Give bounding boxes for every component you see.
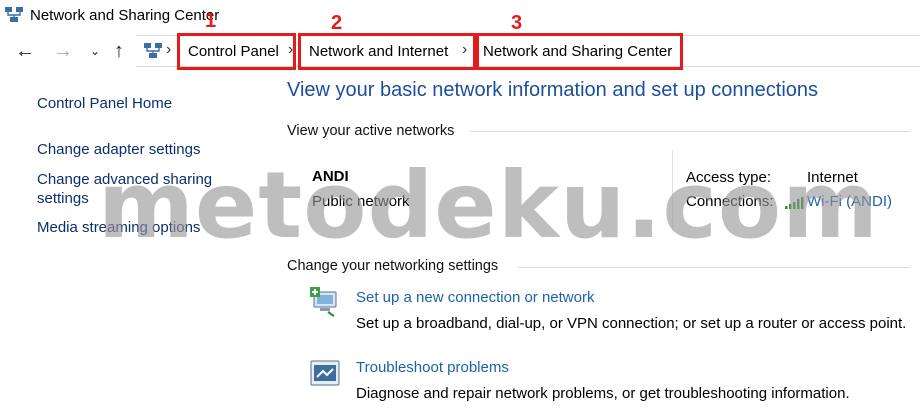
window-title: Network and Sharing Center — [30, 7, 220, 24]
section-divider — [470, 131, 910, 132]
networking-settings-title: Change your networking settings — [287, 258, 499, 274]
forward-arrow-icon[interactable]: → — [52, 40, 74, 62]
sidebar-item-change-advanced-sharing-line2[interactable]: settings — [37, 189, 89, 209]
network-name: ANDI — [312, 168, 349, 185]
troubleshoot-link[interactable]: Troubleshoot problems — [356, 359, 509, 376]
up-arrow-icon[interactable]: ↑ — [108, 40, 130, 62]
network-icon — [5, 7, 23, 22]
breadcrumb-network-and-internet[interactable]: Network and Internet — [309, 43, 448, 60]
breadcrumb-control-panel[interactable]: Control Panel — [188, 43, 279, 60]
access-type-value: Internet — [807, 169, 858, 186]
breadcrumb-network-and-sharing-center[interactable]: Network and Sharing Center — [483, 43, 672, 60]
setup-connection-link[interactable]: Set up a new connection or network — [356, 289, 594, 306]
active-networks-title: View your active networks — [287, 123, 455, 139]
network-type[interactable]: Public network — [312, 193, 410, 210]
annotation-number-1: 1 — [205, 10, 217, 32]
chevron-down-icon[interactable]: ⌄ — [84, 40, 106, 62]
sidebar-item-change-advanced-sharing[interactable]: Change advanced sharing — [37, 170, 212, 190]
title-bar: Network and Sharing Center — [0, 0, 920, 34]
breadcrumb-separator[interactable]: › — [288, 41, 293, 59]
breadcrumb-separator: › — [166, 41, 172, 58]
troubleshoot-icon — [310, 360, 340, 386]
connections-label: Connections: — [686, 193, 774, 210]
breadcrumb-separator[interactable]: › — [462, 41, 467, 59]
connections-link[interactable]: Wi-Fi (ANDI) — [807, 193, 892, 210]
section-divider — [518, 267, 910, 268]
annotation-number-3: 3 — [511, 12, 523, 34]
new-connection-icon — [310, 287, 337, 317]
wifi-signal-icon — [785, 197, 804, 209]
back-arrow-icon[interactable]: ← — [14, 40, 36, 62]
vertical-divider — [672, 150, 673, 230]
control-panel-icon — [144, 43, 162, 58]
annotation-number-2: 2 — [331, 12, 343, 34]
sidebar-item-change-adapter-settings[interactable]: Change adapter settings — [37, 140, 200, 160]
sidebar-item-control-panel-home[interactable]: Control Panel Home — [37, 94, 172, 114]
setup-connection-description: Set up a broadband, dial-up, or VPN conn… — [356, 315, 907, 332]
page-title: View your basic network information and … — [287, 79, 819, 101]
troubleshoot-description: Diagnose and repair network problems, or… — [356, 385, 850, 402]
access-type-label: Access type: — [686, 169, 772, 186]
sidebar-item-media-streaming-options[interactable]: Media streaming options — [37, 218, 200, 238]
